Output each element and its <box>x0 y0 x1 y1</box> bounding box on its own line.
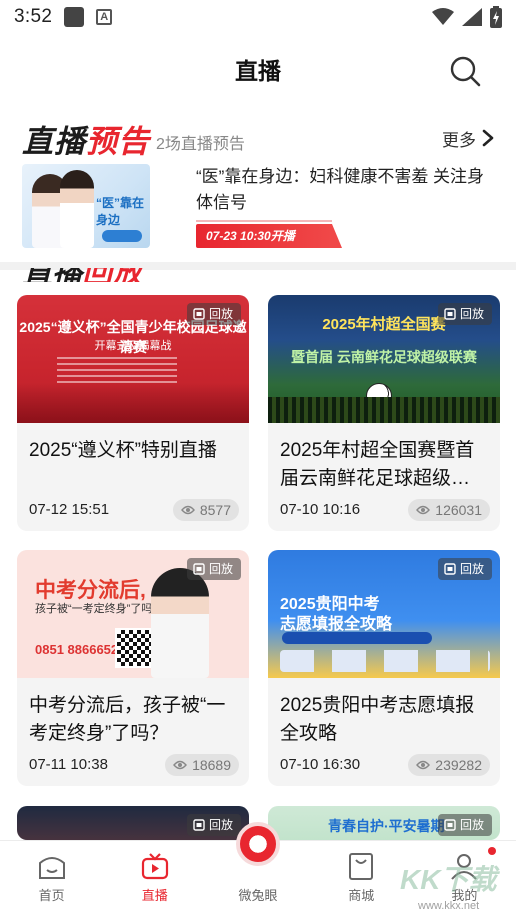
replay-logo: 直播回放 <box>22 268 222 282</box>
card-title: 2025年村超全国赛暨首届云南鲜花足球超级… <box>280 440 475 489</box>
replay-badge: 回放 <box>437 558 492 580</box>
tab-label: 直播 <box>141 888 168 903</box>
replay-icon <box>193 819 205 831</box>
card-date: 07-11 10:38 <box>29 756 108 773</box>
eye-icon <box>416 505 431 515</box>
page-title: 直播 <box>235 58 281 84</box>
card-title: 2025贵阳中考志愿填报全攻略 <box>280 695 475 744</box>
preview-section-header: 直播预告 2场直播预告 更多 <box>22 118 494 159</box>
eye-icon <box>180 505 195 515</box>
tab-label: 首页 <box>38 888 65 903</box>
more-button[interactable]: 更多 <box>442 126 494 151</box>
replay-card[interactable]: 回放 <box>17 806 249 840</box>
view-count: 18689 <box>165 754 239 776</box>
chevron-right-icon <box>482 129 494 147</box>
replay-badge: 回放 <box>437 814 492 836</box>
view-count: 8577 <box>172 499 239 521</box>
tab-mall[interactable]: 商城 <box>310 841 413 919</box>
card-title: 2025“遵义杯”特别直播 <box>29 440 217 461</box>
replay-badge: 回放 <box>186 303 241 325</box>
replay-card[interactable]: 2025年村超全国赛 暨首届 云南鲜花足球超级联赛 回放 2025年村超全国赛暨… <box>268 295 500 531</box>
replay-icon <box>193 308 205 320</box>
tab-home[interactable]: 首页 <box>0 841 103 919</box>
notification-icon <box>64 7 85 27</box>
card-title: 中考分流后，孩子被“一考定终身”了吗？ <box>29 695 226 744</box>
wifi-icon <box>432 8 454 25</box>
battery-icon <box>490 6 502 28</box>
replay-card[interactable]: 青春自护·平安暑期 回放 <box>268 806 500 840</box>
eye-icon <box>173 760 187 770</box>
live-tv-icon <box>141 853 168 880</box>
preview-logo: 直播预告 <box>22 123 150 159</box>
replay-card[interactable]: 2025“遵义杯”全国青少年校园足球邀请赛 开幕式及揭幕战 回放 2025“遵义… <box>17 295 249 531</box>
status-bar: 3:52 A <box>0 0 516 34</box>
view-count: 239282 <box>408 754 490 776</box>
preview-count: 2场直播预告 <box>156 136 245 153</box>
search-icon[interactable] <box>448 54 482 88</box>
status-time: 3:52 <box>14 6 53 27</box>
preview-time-tag: 07-23 10:30开播 <box>196 220 342 248</box>
more-label: 更多 <box>442 130 476 150</box>
tab-label: 微兔眼 <box>238 888 278 903</box>
notification-dot <box>488 847 497 855</box>
font-icon: A <box>96 9 113 25</box>
preview-title: “医”靠在身边：妇科健康不害羞 关注身体信号 <box>196 167 485 212</box>
eye-icon <box>416 760 431 770</box>
replay-card[interactable]: 2025贵阳中考 志愿填报全攻略 回放 2025贵阳中考志愿填报全攻略 07-1… <box>268 550 500 786</box>
watermark-url: www.kkx.net <box>418 900 480 912</box>
tab-label: 商城 <box>348 888 375 903</box>
replay-icon <box>444 308 456 320</box>
replay-icon <box>193 563 205 575</box>
home-icon <box>38 857 65 879</box>
page-header: 直播 <box>0 34 516 104</box>
replay-badge: 回放 <box>186 814 241 836</box>
signal-icon <box>462 8 482 26</box>
replay-icon <box>444 563 456 575</box>
preview-item[interactable]: “医”靠在身边 “医”靠在身边：妇科健康不害羞 关注身体信号 07-23 10:… <box>22 164 494 252</box>
replay-badge: 回放 <box>186 558 241 580</box>
view-count: 126031 <box>408 499 490 521</box>
replay-card[interactable]: 中考分流后, 孩子被“一考定终身”了吗？ 0851 88666525 回放 中考… <box>17 550 249 786</box>
replay-badge: 回放 <box>437 303 492 325</box>
card-date: 07-12 15:51 <box>29 501 110 518</box>
shopping-bag-icon <box>349 853 374 880</box>
eye-icon[interactable] <box>236 822 280 866</box>
preview-thumbnail: “医”靠在身边 <box>22 164 150 248</box>
card-date: 07-10 10:16 <box>280 501 361 518</box>
card-date: 07-10 16:30 <box>280 756 361 773</box>
watermark: KK下载 <box>400 864 497 895</box>
tab-live[interactable]: 直播 <box>103 841 206 919</box>
replay-icon <box>444 819 456 831</box>
